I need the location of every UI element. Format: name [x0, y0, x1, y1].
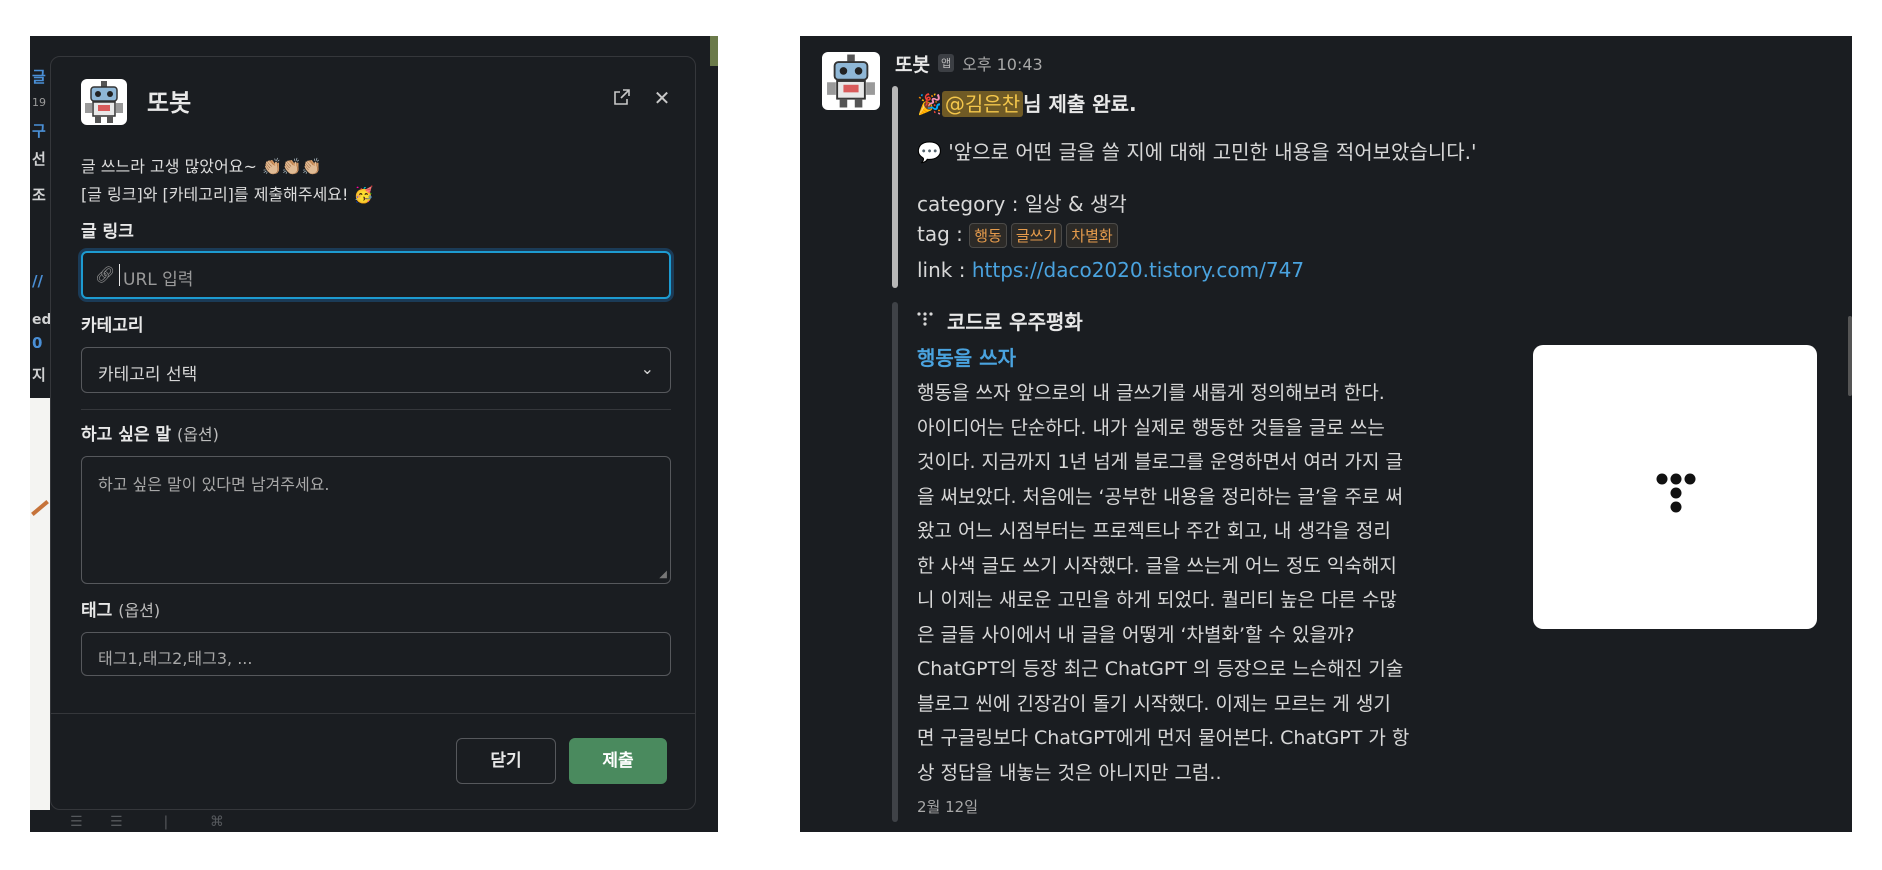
category-field-label: 카테고리	[81, 316, 144, 336]
preview-thumbnail[interactable]	[1533, 345, 1817, 629]
scrollbar[interactable]	[1848, 316, 1852, 396]
resize-grip-icon[interactable]: ◢	[659, 569, 667, 580]
chevron-down-icon: ⌄	[640, 359, 654, 378]
sender-name[interactable]: 또봇	[895, 50, 930, 77]
preview-post-body: 행동을 쓰자 앞으로의 내 글쓰기를 새롭게 정의해보려 한다. 아이디어는 단…	[917, 376, 1507, 790]
background-text-fragment: 0	[32, 334, 43, 352]
background-text-fragment: //	[32, 272, 43, 290]
user-mention[interactable]: @김은찬	[941, 91, 1024, 117]
tistory-logo-icon	[1656, 473, 1696, 513]
preview-body-line: 니 이제는 새로운 고민을 하게 되었다. 퀄리티 높은 다른 수많	[917, 589, 1397, 611]
message-timestamp[interactable]: 오후 10:43	[962, 51, 1043, 75]
preview-body-line: 상 정답을 내놓는 것은 아니지만 그럼..	[917, 761, 1222, 784]
close-button[interactable]: 닫기	[456, 738, 556, 784]
bot-avatar[interactable]	[822, 52, 880, 110]
preview-body-line: 블로그 씬에 긴장감이 돌기 시작했다. 이제는 모르는 게 생기	[917, 692, 1391, 715]
composer-icon: ❘	[160, 814, 172, 830]
preview-body-line: 한 사색 글도 쓰기 시작했다. 글을 쓰는게 어느 정도 익숙해지	[917, 554, 1397, 577]
background-thumbnail-edge	[710, 36, 718, 66]
modal-body: 글 쓰느라 고생 많았어요~ 👏🏼👏🏼👏🏼 [글 링크]와 [카테고리]를 제출…	[81, 153, 671, 676]
quote-text: '앞으로 어떤 글을 쓸 지에 대해 고민한 내용을 적어보았습니다.'	[948, 140, 1477, 164]
preview-body-line: 은 글들 사이에서 내 글을 어떻게 ‘차별화’할 수 있을까?	[917, 623, 1355, 646]
link-prefix: link :	[917, 258, 972, 282]
bot-avatar	[81, 79, 127, 125]
message-textarea[interactable]: 하고 싶은 말이 있다면 남겨주세요. ◢	[81, 456, 671, 584]
composer-icon: ☰	[110, 814, 123, 830]
preview-bar	[892, 302, 898, 822]
background-text-fragment: 글	[32, 68, 46, 86]
link-line: link : https://daco2020.tistory.com/747	[917, 258, 1304, 282]
tistory-icon	[917, 311, 937, 330]
message-header: 또봇 앱 오후 10:43	[895, 50, 1043, 76]
url-input-placeholder: URL 입력	[123, 270, 194, 290]
optional-hint: (옵션)	[176, 425, 219, 444]
optional-hint: (옵션)	[118, 601, 161, 620]
category-select-value: 카테고리 선택	[98, 365, 198, 385]
background-text-fragment: 지	[32, 366, 46, 384]
robot-icon	[827, 54, 875, 108]
tag-input[interactable]: 태그1,태그2,태그3, ...	[81, 632, 671, 676]
close-icon[interactable]: ✕	[651, 87, 673, 109]
tag-chip: 차별화	[1066, 223, 1118, 248]
preview-body-line: 을 써보았다. 처음에는 ‘공부한 내용을 정리하는 글’을 주로 써	[917, 485, 1403, 508]
text-caret	[119, 264, 120, 286]
attachment-bar	[892, 86, 898, 288]
background-text-fragment: 19	[32, 96, 46, 109]
preview-body-line: 행동을 쓰자 앞으로의 내 글쓰기를 새롭게 정의해보려 한다.	[917, 382, 1385, 404]
robot-icon	[85, 81, 123, 123]
intro-text-line: [글 링크]와 [카테고리]를 제출해주세요! 🥳	[81, 185, 374, 204]
speech-bubble-icon: 💬	[917, 140, 942, 164]
submit-button[interactable]: 제출	[569, 738, 667, 784]
preview-body-line: ChatGPT의 등장 최근 ChatGPT 의 등장으로 느슨해진 기술	[917, 658, 1404, 680]
preview-body-line: 왔고 어느 시점부터는 프로젝트나 주간 회고, 내 생각을 정리	[917, 520, 1391, 542]
submit-modal: 또봇 ✕ 글 쓰느라 고생 많았어요~ 👏🏼👏🏼👏🏼 [글 링크]와 [카테고리…	[50, 56, 696, 810]
submission-headline: 🎉 @김은찬 님 제출 완료.	[917, 88, 1137, 117]
url-input[interactable]: 🔗︎ URL 입력	[81, 251, 671, 299]
background-image	[30, 398, 50, 818]
tag-chip: 행동	[969, 223, 1007, 248]
modal-screenshot: 글 19 구 선 조 // ed 0 지 ☰ ☰ ❘ ⌘ 또봇 ✕ 글 쓰느라 …	[30, 36, 718, 832]
quote-line: 💬 '앞으로 어떤 글을 쓸 지에 대해 고민한 내용을 적어보았습니다.'	[917, 136, 1476, 165]
app-badge: 앱	[937, 54, 955, 72]
tag-field-label: 태그 (옵션)	[81, 598, 671, 624]
background-text-fragment: ed	[32, 312, 52, 328]
external-link-icon[interactable]	[611, 87, 633, 109]
preview-site-name: 코드로 우주평화	[947, 310, 1083, 334]
preview-body-line: 면 구글링보다 ChatGPT에게 먼저 물어본다. ChatGPT 가 항	[917, 727, 1410, 749]
message-screenshot: 또봇 앱 오후 10:43 🎉 @김은찬 님 제출 완료. 💬 '앞으로 어떤 글을…	[800, 36, 1852, 832]
background-text-fragment: 조	[32, 186, 46, 204]
link-field-label: 글 링크	[81, 222, 134, 242]
message-field-label: 하고 싶은 말 (옵션)	[81, 422, 671, 448]
modal-footer: 닫기 제출	[51, 713, 695, 809]
preview-body-line: 것이다. 지금까지 1년 넘게 블로그를 운영하면서 여러 가지 글	[917, 451, 1403, 473]
modal-title: 또봇	[147, 89, 192, 117]
preview-body-line: 아이디어는 단순하다. 내가 실제로 행동한 것들을 글로 쓰는	[917, 416, 1385, 439]
composer-icon: ⌘	[210, 814, 224, 830]
tag-line: tag : 행동 글쓰기 차별화	[917, 222, 1122, 248]
link-icon: 🔗︎	[95, 265, 116, 284]
composer-icon: ☰	[70, 814, 83, 830]
category-line: category : 일상 & 생각	[917, 192, 1127, 216]
message-placeholder: 하고 싶은 말이 있다면 남겨주세요.	[98, 475, 330, 494]
tag-placeholder: 태그1,태그2,태그3, ...	[98, 649, 253, 668]
tag-label-text: 태그	[81, 601, 113, 621]
tag-prefix: tag :	[917, 222, 970, 246]
preview-site-row: 코드로 우주평화	[917, 306, 1083, 335]
party-popper-icon: 🎉	[917, 92, 942, 116]
divider	[81, 409, 671, 410]
background-text-fragment: 구	[32, 122, 46, 140]
background-composer-toolbar: ☰ ☰ ❘ ⌘	[30, 810, 718, 832]
post-url-link[interactable]: https://daco2020.tistory.com/747	[972, 258, 1304, 282]
background-text-fragment: 선	[32, 150, 46, 168]
message-label-text: 하고 싶은 말	[81, 425, 172, 445]
preview-post-title[interactable]: 행동을 쓰자	[917, 342, 1016, 371]
preview-date: 2월 12일	[917, 798, 978, 816]
tag-chip: 글쓰기	[1010, 223, 1063, 248]
headline-suffix: 님 제출 완료.	[1023, 92, 1137, 116]
intro-text-line: 글 쓰느라 고생 많았어요~ 👏🏼👏🏼👏🏼	[81, 157, 322, 176]
modal-header: 또봇 ✕	[51, 57, 695, 141]
category-select[interactable]: 카테고리 선택 ⌄	[81, 347, 671, 393]
